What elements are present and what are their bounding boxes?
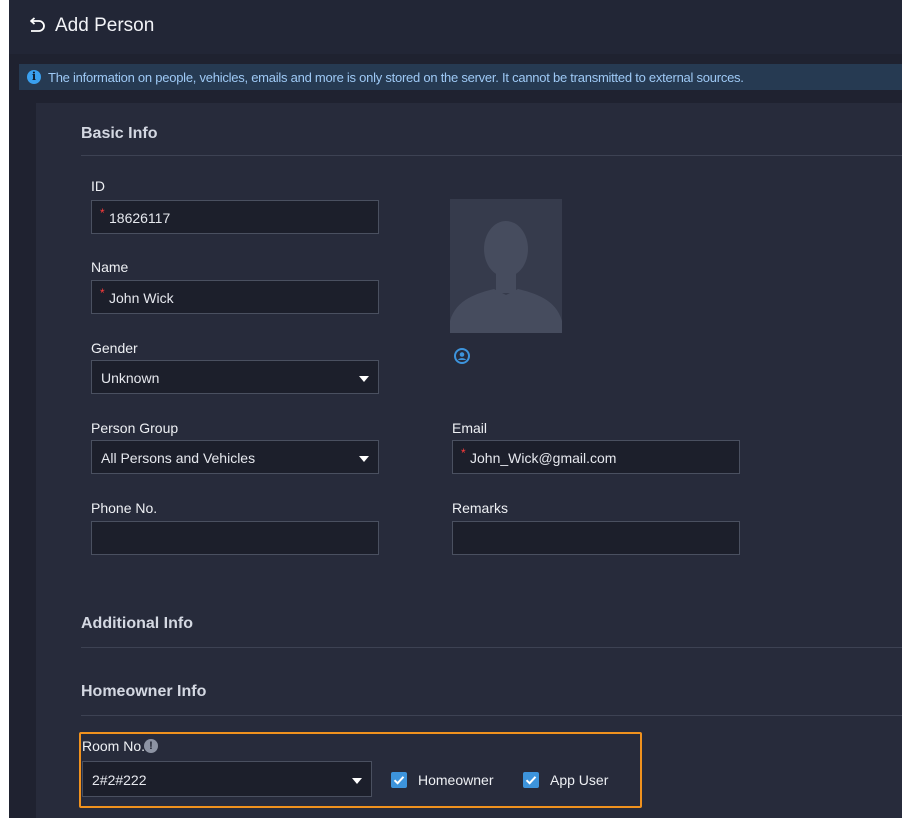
id-value: 18626117 — [109, 210, 171, 226]
person-photo-placeholder — [450, 199, 562, 333]
required-mark: * — [100, 206, 105, 220]
room-no-label: Room No. — [82, 738, 146, 754]
homeowner-checkbox[interactable] — [391, 772, 407, 788]
homeowner-label: Homeowner — [418, 772, 494, 788]
page-header: Add Person — [9, 0, 902, 54]
back-icon[interactable] — [28, 17, 46, 35]
email-value: John_Wick@gmail.com — [470, 450, 617, 466]
additional-info-title[interactable]: Additional Info — [81, 615, 193, 633]
phone-label: Phone No. — [91, 500, 158, 516]
upload-photo-icon[interactable] — [454, 348, 470, 364]
person-group-label: Person Group — [91, 420, 179, 436]
info-icon[interactable]: ! — [144, 739, 158, 753]
id-label: ID — [91, 178, 105, 194]
storage-notice-banner: i The information on people, vehicles, e… — [19, 64, 902, 90]
name-label: Name — [91, 259, 129, 275]
phone-input[interactable] — [91, 521, 379, 555]
divider — [81, 647, 902, 648]
remarks-input[interactable] — [452, 521, 740, 555]
gender-select[interactable]: Unknown — [91, 360, 379, 394]
name-value: John Wick — [109, 290, 174, 306]
chevron-down-icon — [359, 376, 369, 382]
email-label: Email — [452, 420, 488, 436]
homeowner-info-title[interactable]: Homeowner Info — [81, 683, 206, 701]
person-silhouette-icon — [450, 221, 562, 333]
check-icon — [525, 776, 537, 785]
person-group-value: All Persons and Vehicles — [101, 450, 256, 466]
check-icon — [393, 776, 405, 785]
chevron-down-icon — [359, 456, 369, 462]
person-form: Basic Info ID * 18626117 Name * John Wic… — [36, 103, 902, 818]
gender-value: Unknown — [101, 370, 160, 386]
required-mark: * — [100, 286, 105, 300]
basic-info-title: Basic Info — [81, 125, 158, 142]
add-person-page: Add Person i The information on people, … — [9, 0, 902, 818]
notice-text: The information on people, vehicles, ema… — [48, 70, 744, 85]
email-field[interactable]: * John_Wick@gmail.com — [452, 440, 740, 474]
name-input[interactable]: * John Wick — [91, 280, 379, 314]
divider — [81, 155, 902, 156]
person-group-select[interactable]: All Persons and Vehicles — [91, 440, 379, 474]
info-icon: i — [27, 70, 41, 84]
room-number-value: 2#2#222 — [92, 772, 147, 788]
page-title: Add Person — [55, 15, 155, 36]
app-user-checkbox[interactable] — [523, 772, 539, 788]
gender-label: Gender — [91, 340, 138, 356]
remarks-label: Remarks — [452, 500, 509, 516]
chevron-down-icon — [352, 778, 362, 784]
id-input[interactable]: * 18626117 — [91, 200, 379, 234]
divider — [81, 715, 902, 716]
app-user-label: App User — [550, 772, 609, 788]
room-number-select[interactable]: 2#2#222 — [82, 761, 372, 797]
required-mark: * — [461, 446, 466, 460]
